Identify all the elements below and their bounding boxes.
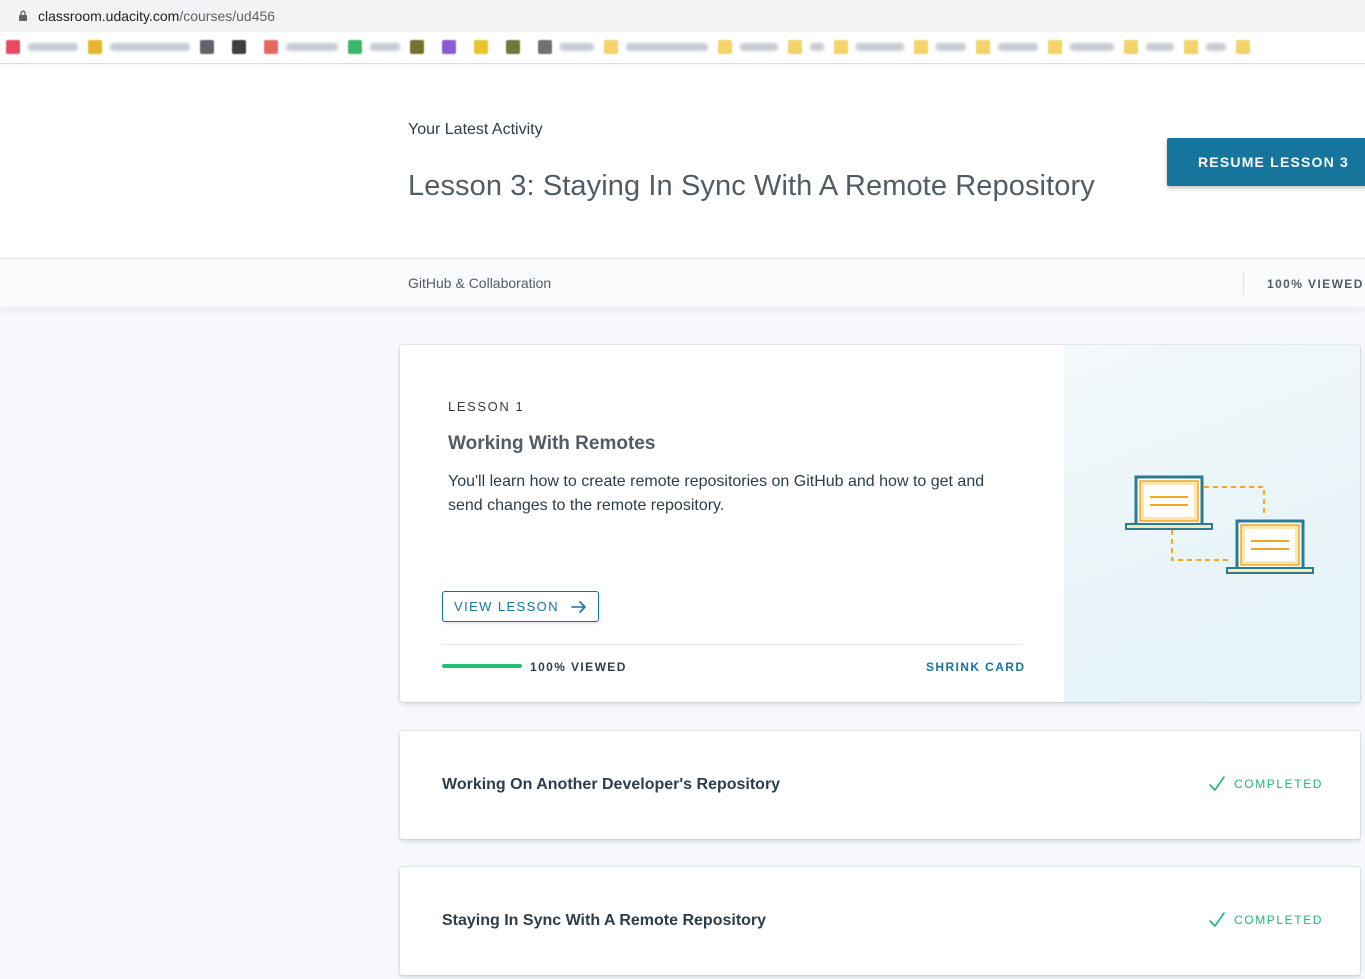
bookmark-item[interactable] bbox=[1124, 40, 1174, 54]
bookmark-item[interactable] bbox=[410, 40, 424, 54]
lesson-title: Working On Another Developer's Repositor… bbox=[442, 776, 781, 793]
lesson-card-collapsed[interactable]: Working On Another Developer's Repositor… bbox=[400, 731, 1360, 839]
bookmark-label bbox=[936, 43, 966, 51]
bookmark-item[interactable] bbox=[6, 40, 78, 54]
bookmark-item[interactable] bbox=[348, 40, 400, 54]
course-name: GitHub & Collaboration bbox=[408, 275, 552, 291]
lesson-title: Staying In Sync With A Remote Repository bbox=[442, 912, 767, 929]
bookmark-favicon-icon bbox=[232, 40, 246, 54]
card-footer-divider bbox=[442, 644, 1022, 645]
lesson-name: Working With Remotes bbox=[448, 433, 656, 454]
bookmark-favicon-icon bbox=[788, 40, 802, 54]
bookmark-favicon-icon bbox=[348, 40, 362, 54]
bookmark-favicon-icon bbox=[834, 40, 848, 54]
url-field[interactable]: classroom.udacity.com/courses/ud456 bbox=[8, 2, 1365, 29]
arrow-right-icon bbox=[571, 600, 586, 613]
bookmark-label bbox=[286, 43, 338, 51]
completed-label: COMPLETED bbox=[1234, 777, 1324, 791]
course-subbar: GitHub & Collaboration 100% VIEWED bbox=[0, 258, 1365, 307]
url-path: /courses/ud456 bbox=[179, 8, 276, 24]
lock-icon bbox=[19, 10, 27, 21]
bookmark-item[interactable] bbox=[914, 40, 966, 54]
url-host: classroom.udacity.com bbox=[38, 8, 180, 24]
latest-activity-label: Your Latest Activity bbox=[408, 121, 543, 138]
bookmark-label bbox=[1206, 43, 1226, 51]
bookmarks-bar bbox=[0, 32, 1365, 64]
lesson-description: You'll learn how to create remote reposi… bbox=[448, 473, 985, 514]
browser-address-bar: classroom.udacity.com/courses/ud456 bbox=[0, 0, 1365, 32]
bookmark-item[interactable] bbox=[474, 40, 488, 54]
laptops-sync-illustration bbox=[1125, 475, 1314, 574]
bookmark-item[interactable] bbox=[88, 40, 190, 54]
lesson-card-collapsed[interactable]: Staying In Sync With A Remote Repository… bbox=[400, 867, 1360, 975]
bookmark-item[interactable] bbox=[1236, 40, 1250, 54]
bookmark-item[interactable] bbox=[264, 40, 338, 54]
progress-bar bbox=[442, 664, 522, 668]
bookmark-item[interactable] bbox=[442, 40, 456, 54]
bookmark-item[interactable] bbox=[1048, 40, 1114, 54]
bookmark-favicon-icon bbox=[442, 40, 456, 54]
bookmark-label bbox=[810, 43, 824, 51]
bookmark-item[interactable] bbox=[232, 40, 246, 54]
bookmark-label bbox=[856, 43, 904, 51]
latest-lesson-title: Lesson 3: Staying In Sync With A Remote … bbox=[408, 170, 1095, 202]
bookmark-item[interactable] bbox=[538, 40, 594, 54]
bookmark-item[interactable] bbox=[200, 40, 214, 54]
checkmark-icon bbox=[1209, 776, 1225, 791]
bookmark-label bbox=[740, 43, 778, 51]
subbar-divider bbox=[1243, 272, 1244, 295]
bookmark-label bbox=[28, 43, 78, 51]
bookmark-label bbox=[1070, 43, 1114, 51]
bookmark-favicon-icon bbox=[200, 40, 214, 54]
progress-text: 100% VIEWED bbox=[530, 660, 627, 674]
bookmark-favicon-icon bbox=[88, 40, 102, 54]
lesson-card-expanded: LESSON 1 Working With Remotes You'll lea… bbox=[400, 345, 1360, 702]
bookmark-favicon-icon bbox=[1236, 40, 1250, 54]
bookmark-favicon-icon bbox=[264, 40, 278, 54]
bookmark-label bbox=[110, 43, 190, 51]
completed-status: COMPLETED bbox=[1208, 911, 1323, 929]
checkmark-icon bbox=[1209, 912, 1225, 927]
bookmark-favicon-icon bbox=[604, 40, 618, 54]
bookmark-item[interactable] bbox=[604, 40, 708, 54]
bookmark-favicon-icon bbox=[976, 40, 990, 54]
bookmark-favicon-icon bbox=[1048, 40, 1062, 54]
bookmark-favicon-icon bbox=[1124, 40, 1138, 54]
view-lesson-label: VIEW LESSON bbox=[454, 599, 559, 614]
bookmark-item[interactable] bbox=[1184, 40, 1226, 54]
bookmark-item[interactable] bbox=[834, 40, 904, 54]
bookmark-label bbox=[560, 43, 594, 51]
progress-bar-fill bbox=[442, 664, 522, 668]
lesson-illustration-panel bbox=[1064, 345, 1360, 702]
bookmark-label bbox=[370, 43, 400, 51]
bookmark-favicon-icon bbox=[6, 40, 20, 54]
bookmark-item[interactable] bbox=[718, 40, 778, 54]
bookmark-label bbox=[998, 43, 1038, 51]
course-viewed-status: 100% VIEWED bbox=[1267, 277, 1364, 291]
bookmark-favicon-icon bbox=[718, 40, 732, 54]
url-text: classroom.udacity.com/courses/ud456 bbox=[38, 8, 275, 24]
completed-status: COMPLETED bbox=[1208, 775, 1323, 793]
bookmark-favicon-icon bbox=[506, 40, 520, 54]
completed-label: COMPLETED bbox=[1234, 913, 1324, 927]
bookmark-favicon-icon bbox=[1184, 40, 1198, 54]
bookmark-favicon-icon bbox=[914, 40, 928, 54]
bookmark-item[interactable] bbox=[506, 40, 520, 54]
bookmark-favicon-icon bbox=[538, 40, 552, 54]
bookmark-label bbox=[626, 43, 708, 51]
bookmark-label bbox=[1146, 43, 1174, 51]
bookmark-favicon-icon bbox=[410, 40, 424, 54]
shrink-card-link[interactable]: SHRINK CARD bbox=[926, 660, 1025, 674]
bookmark-item[interactable] bbox=[788, 40, 824, 54]
lesson-number-label: LESSON 1 bbox=[448, 399, 525, 414]
bookmark-item[interactable] bbox=[976, 40, 1038, 54]
resume-lesson-button[interactable]: RESUME LESSON 3 bbox=[1167, 138, 1365, 186]
view-lesson-button[interactable]: VIEW LESSON bbox=[442, 591, 599, 622]
bookmark-favicon-icon bbox=[474, 40, 488, 54]
latest-activity-header: Your Latest Activity Lesson 3: Staying I… bbox=[0, 65, 1365, 258]
